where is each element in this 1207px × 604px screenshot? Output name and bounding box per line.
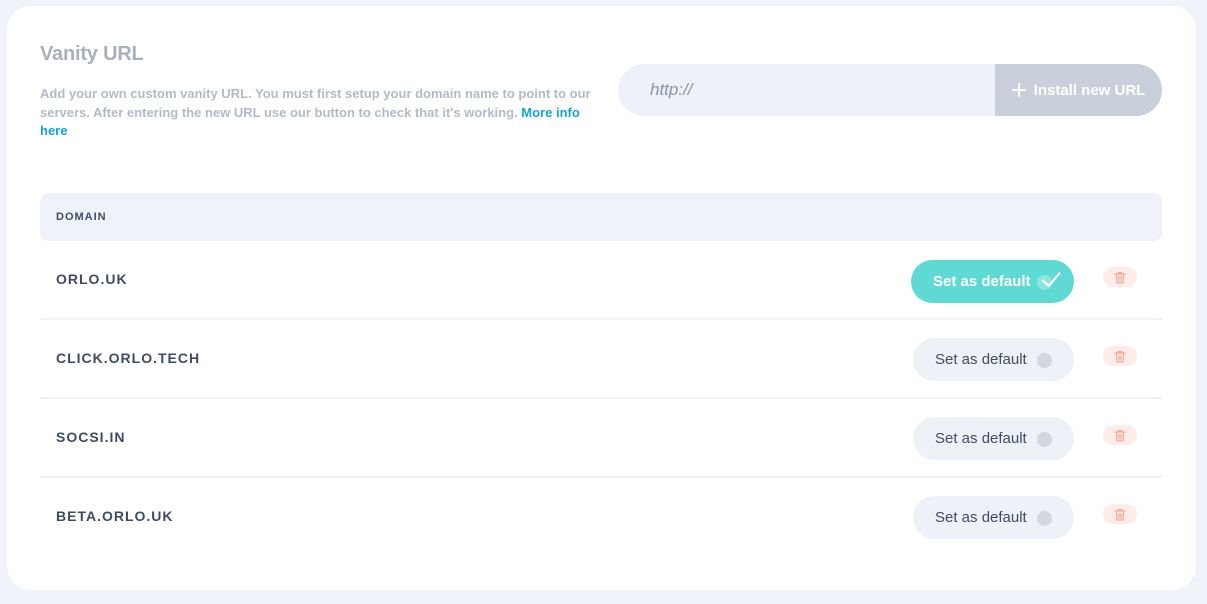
set-default-button[interactable]: Set as default xyxy=(913,338,1074,381)
install-new-url-button[interactable]: Install new URL xyxy=(995,64,1162,116)
set-default-button[interactable]: Set as default xyxy=(913,417,1074,460)
set-default-button[interactable]: Set as default xyxy=(913,496,1074,539)
set-default-label: Set as default xyxy=(935,351,1027,368)
trash-icon xyxy=(1114,429,1126,442)
url-input[interactable] xyxy=(618,64,995,116)
set-default-label: Set as default xyxy=(935,430,1027,447)
table-row: SOCSI.IN Set as default xyxy=(40,399,1162,478)
radio-dot-icon xyxy=(1037,432,1052,447)
vanity-url-card: Vanity URL Add your own custom vanity UR… xyxy=(7,6,1196,590)
trash-icon xyxy=(1114,350,1126,363)
url-form: Install new URL xyxy=(618,64,1162,116)
delete-domain-button[interactable] xyxy=(1103,267,1137,287)
domain-name: SOCSI.IN xyxy=(56,429,126,445)
delete-domain-button[interactable] xyxy=(1103,346,1137,366)
set-default-label: Set as default xyxy=(933,273,1031,290)
domain-name: ORLO.UK xyxy=(56,271,128,287)
table-row: BETA.ORLO.UK Set as default xyxy=(40,478,1162,557)
set-default-label: Set as default xyxy=(935,509,1027,526)
delete-domain-button[interactable] xyxy=(1103,425,1137,445)
domain-name: CLICK.ORLO.TECH xyxy=(56,350,201,366)
radio-dot-icon xyxy=(1037,353,1052,368)
delete-domain-button[interactable] xyxy=(1103,504,1137,524)
table-row: ORLO.UK Set as default xyxy=(40,241,1162,320)
trash-icon xyxy=(1114,508,1126,521)
table-header: DOMAIN xyxy=(40,193,1162,241)
description: Add your own custom vanity URL. You must… xyxy=(40,85,600,141)
description-text: Add your own custom vanity URL. You must… xyxy=(40,86,591,120)
table-row: CLICK.ORLO.TECH Set as default xyxy=(40,320,1162,399)
page-title: Vanity URL xyxy=(40,43,144,65)
domain-name: BETA.ORLO.UK xyxy=(56,508,174,524)
column-header-domain: DOMAIN xyxy=(56,211,107,223)
plus-icon xyxy=(1011,83,1026,97)
install-button-label: Install new URL xyxy=(1033,81,1146,99)
set-default-button[interactable]: Set as default xyxy=(911,260,1074,303)
domain-list: ORLO.UK Set as default CLICK.ORLO.TECH S… xyxy=(40,241,1162,557)
trash-icon xyxy=(1114,271,1126,284)
radio-dot-icon xyxy=(1037,511,1052,526)
